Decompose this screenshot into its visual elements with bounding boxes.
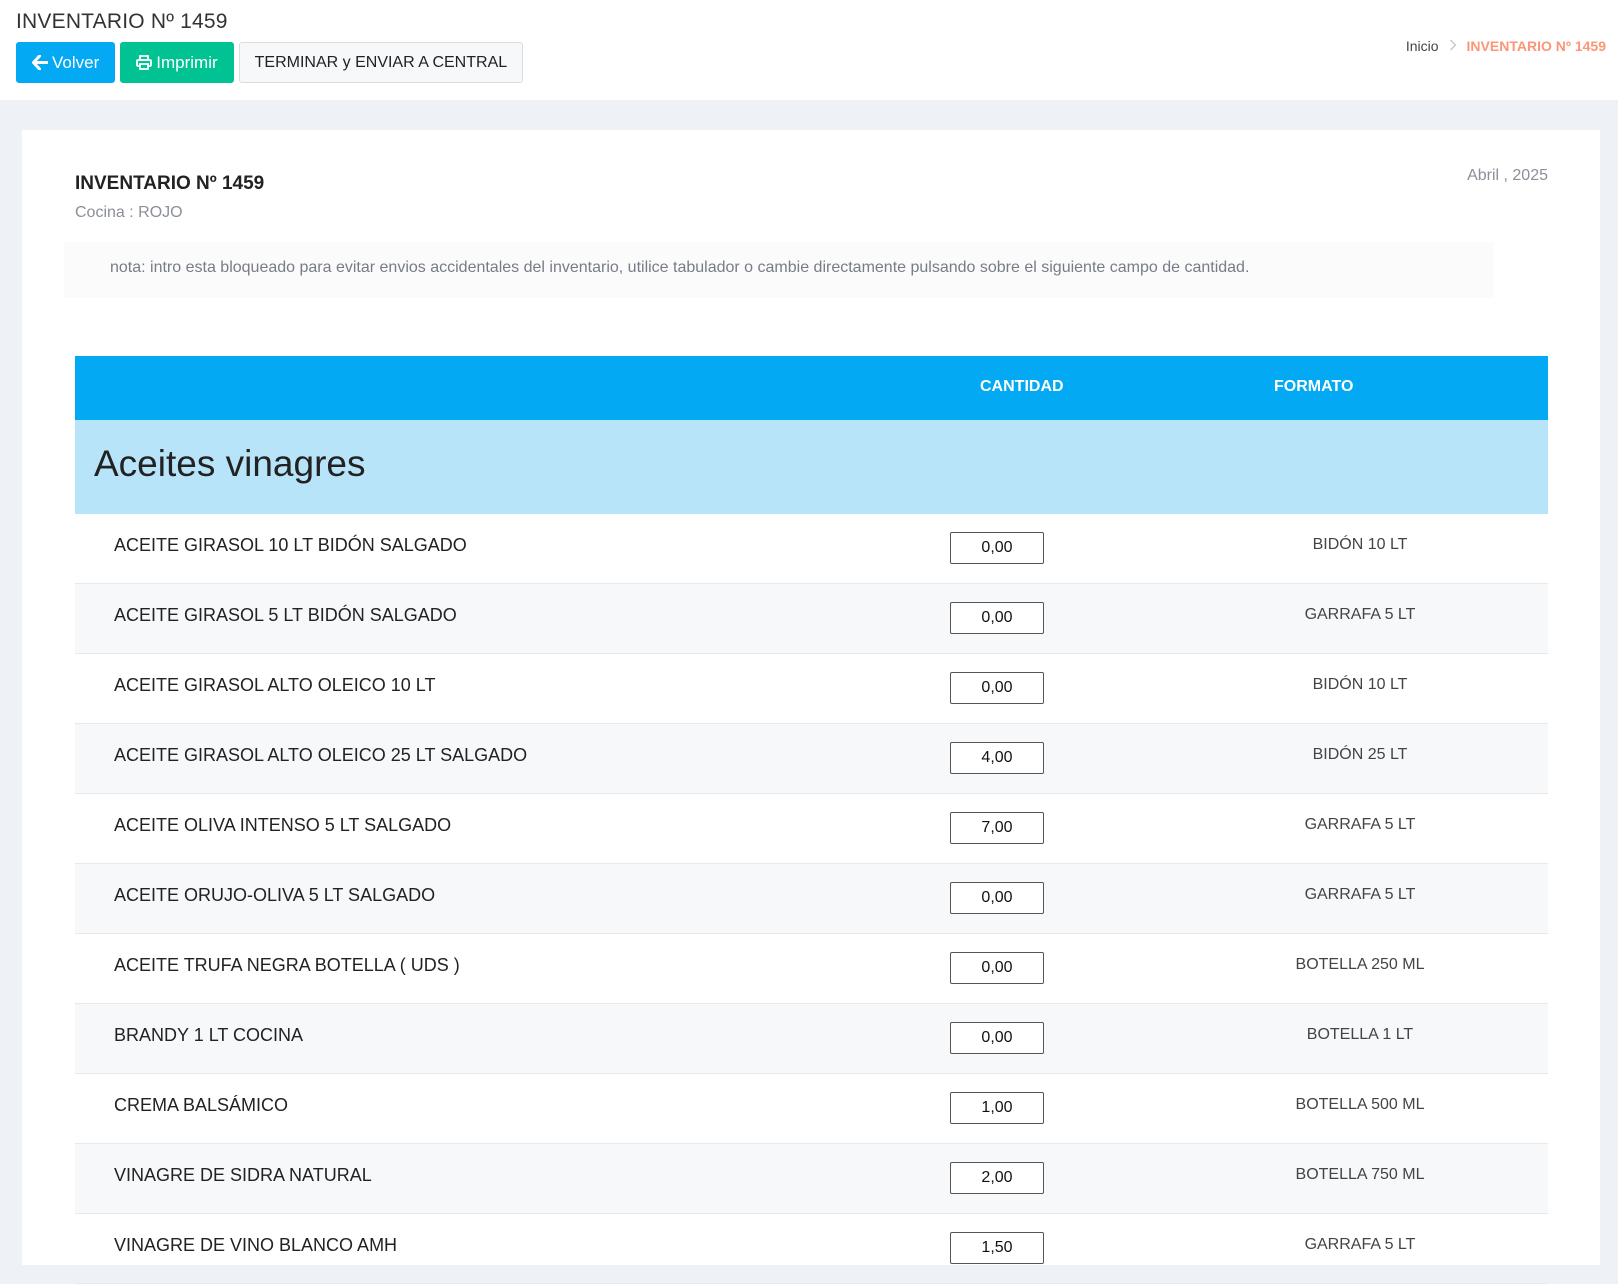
table-row: ACEITE TRUFA NEGRA BOTELLA ( UDS ) BOTEL… (75, 934, 1548, 1004)
back-button-label: Volver (52, 52, 100, 72)
quantity-input[interactable] (950, 1092, 1044, 1124)
table-row: ACEITE OLIVA INTENSO 5 LT SALGADO GARRAF… (75, 794, 1548, 864)
table-row: ACEITE GIRASOL 10 LT BIDÓN SALGADO BIDÓN… (75, 514, 1548, 584)
product-name: VINAGRE DE VINO BLANCO AMH (114, 1235, 398, 1255)
breadcrumb: Inicio INVENTARIO Nº 1459 (1406, 38, 1606, 54)
inventory-date: Abril , 2025 (1467, 167, 1548, 184)
product-name: ACEITE GIRASOL ALTO OLEICO 10 LT (114, 675, 436, 695)
product-format: GARRAFA 5 LT (1304, 816, 1416, 833)
product-format: GARRAFA 5 LT (1304, 886, 1416, 903)
quantity-input[interactable] (950, 532, 1044, 564)
back-button[interactable]: Volver (16, 42, 116, 83)
product-format: BIDÓN 10 LT (1312, 676, 1408, 693)
table-row: CREMA BALSÁMICO BOTELLA 500 ML (75, 1074, 1548, 1144)
note-box: nota: intro esta bloqueado para evitar e… (64, 242, 1494, 298)
table-row: ACEITE ORUJO-OLIVA 5 LT SALGADO GARRAFA … (75, 864, 1548, 934)
product-format: GARRAFA 5 LT (1304, 1236, 1416, 1253)
finish-send-button[interactable]: TERMINAR y ENVIAR A CENTRAL (238, 42, 524, 83)
quantity-input[interactable] (950, 742, 1044, 774)
column-header-quantity: CANTIDAD (980, 378, 1064, 395)
product-format: BIDÓN 10 LT (1312, 536, 1408, 553)
breadcrumb-home-link[interactable]: Inicio (1406, 38, 1439, 54)
product-name: CREMA BALSÁMICO (114, 1095, 289, 1115)
group-row: Aceites vinagres (75, 420, 1548, 514)
table-row: BRANDY 1 LT COCINA BOTELLA 1 LT (75, 1004, 1548, 1074)
chevron-right-icon (1449, 38, 1457, 54)
table-row: ACEITE GIRASOL ALTO OLEICO 25 LT SALGADO… (75, 724, 1548, 794)
quantity-input[interactable] (950, 1022, 1044, 1054)
table-row: ACEITE GIRASOL ALTO OLEICO 10 LT BIDÓN 1… (75, 654, 1548, 724)
top-bar: INVENTARIO Nº 1459 Volver Imprimir TERMI… (0, 0, 1618, 100)
product-name: ACEITE GIRASOL 5 LT BIDÓN SALGADO (114, 605, 457, 625)
breadcrumb-current: INVENTARIO Nº 1459 (1466, 38, 1606, 54)
quantity-input[interactable] (950, 602, 1044, 634)
table-row: VINAGRE DE VINO BLANCO AMH GARRAFA 5 LT (75, 1214, 1548, 1284)
quantity-input[interactable] (950, 882, 1044, 914)
product-name: ACEITE TRUFA NEGRA BOTELLA ( UDS ) (114, 955, 460, 975)
product-name: ACEITE OLIVA INTENSO 5 LT SALGADO (114, 815, 452, 835)
quantity-input[interactable] (950, 1232, 1044, 1264)
table-header: CANTIDAD FORMATO (75, 356, 1548, 420)
product-format: BOTELLA 1 LT (1306, 1026, 1414, 1043)
print-button[interactable]: Imprimir (120, 42, 234, 83)
product-format: GARRAFA 5 LT (1304, 606, 1416, 623)
product-format: BOTELLA 250 ML (1295, 956, 1425, 973)
product-name: ACEITE GIRASOL 10 LT BIDÓN SALGADO (114, 535, 467, 555)
table-row: ACEITE GIRASOL 5 LT BIDÓN SALGADO GARRAF… (75, 584, 1548, 654)
print-button-label: Imprimir (156, 52, 218, 72)
product-format: BIDÓN 25 LT (1312, 746, 1408, 763)
quantity-input[interactable] (950, 1162, 1044, 1194)
kitchen-label: Cocina : ROJO (75, 204, 183, 221)
print-icon (136, 55, 153, 70)
inventory-table: CANTIDAD FORMATO Aceites vinagres ACEITE… (75, 356, 1548, 1284)
product-name: VINAGRE DE SIDRA NATURAL (114, 1165, 372, 1185)
group-title: Aceites vinagres (94, 443, 366, 484)
quantity-input[interactable] (950, 812, 1044, 844)
product-name: ACEITE GIRASOL ALTO OLEICO 25 LT SALGADO (114, 745, 528, 765)
arrow-left-icon (32, 55, 48, 70)
product-format: BOTELLA 500 ML (1295, 1096, 1425, 1113)
quantity-input[interactable] (950, 952, 1044, 984)
page-title: INVENTARIO Nº 1459 (16, 10, 228, 33)
table-row: VINAGRE DE SIDRA NATURAL BOTELLA 750 ML (75, 1144, 1548, 1214)
quantity-input[interactable] (950, 672, 1044, 704)
product-name: BRANDY 1 LT COCINA (114, 1025, 304, 1045)
inventory-card: INVENTARIO Nº 1459 Cocina : ROJO Abril ,… (22, 130, 1600, 1284)
product-format: BOTELLA 750 ML (1295, 1166, 1425, 1183)
column-header-format: FORMATO (1274, 378, 1354, 395)
action-buttons: Volver Imprimir TERMINAR y ENVIAR A CENT… (16, 42, 524, 83)
product-name: ACEITE ORUJO-OLIVA 5 LT SALGADO (114, 885, 436, 905)
card-title: INVENTARIO Nº 1459 (75, 173, 265, 194)
